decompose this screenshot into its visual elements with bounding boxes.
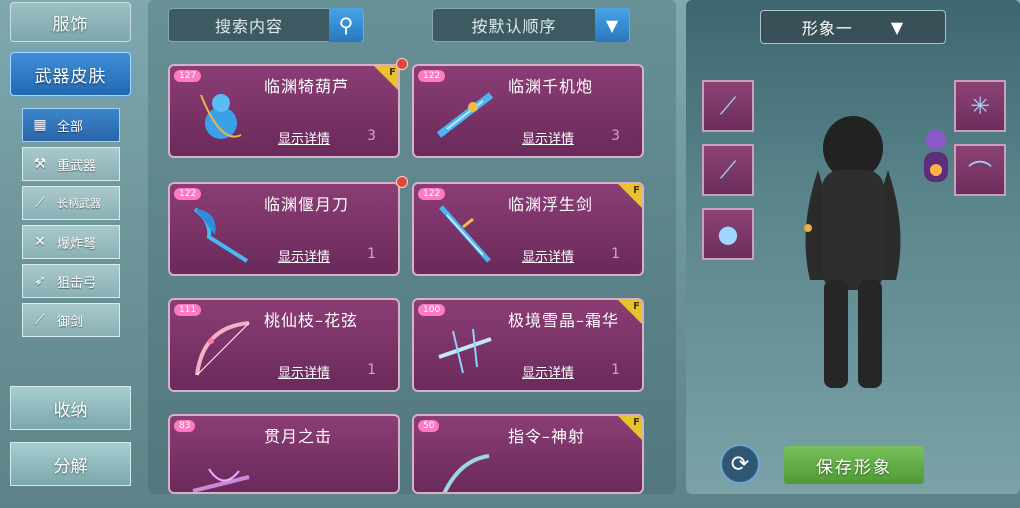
polearm-icon: ⟋ (35, 195, 45, 211)
item-card[interactable]: 83 贯月之击 (168, 414, 400, 494)
storage-button[interactable]: 收纳 (10, 386, 131, 430)
search-input[interactable]: 搜索内容 (169, 13, 329, 37)
gourd-icon: ● (717, 220, 739, 248)
item-count: 3 (611, 128, 620, 144)
subtab-all[interactable]: ▦ 全部 (22, 108, 120, 142)
item-name: 桃仙枝–花弦 (264, 311, 359, 330)
chevron-down-icon[interactable]: ▼ (595, 8, 629, 42)
tab-clothing[interactable]: 服饰 (10, 2, 131, 42)
subtab-sword[interactable]: ⟋ 御剑 (22, 303, 120, 337)
item-count: 1 (611, 362, 620, 378)
subtab-heavy-weapon[interactable]: ⚒ 重武器 (22, 147, 120, 181)
item-name: 临渊千机炮 (508, 77, 594, 96)
subtab-bow[interactable]: ➶ 狙击弓 (22, 264, 120, 298)
show-detail-link[interactable]: 显示详情 (522, 128, 574, 147)
character-preview[interactable]: 形象一 ▼ ⟋ ⟋ ● ✳ ⌒ ⟳ 保存形象 (686, 0, 1020, 494)
equip-slot[interactable]: ⟋ (702, 144, 754, 196)
equip-slot[interactable]: ⌒ (954, 144, 1006, 196)
item-card[interactable]: 100 极境雪晶–霜华 显示详情 1 F (412, 298, 644, 392)
equip-slot[interactable]: ✳ (954, 80, 1006, 132)
look-label: 形象一 (801, 19, 853, 38)
flag-letter: F (633, 301, 640, 312)
subtab-label: 长柄武器 (57, 197, 101, 210)
item-list-panel: 搜索内容 ⚲ 按默认顺序 ▼ 127 临渊犄葫芦 显示详情 3 F 122 临渊… (148, 0, 676, 494)
sword-icon: ⟋ (35, 312, 45, 328)
sort-label: 按默认顺序 (471, 17, 557, 36)
level-badge: 83 (174, 420, 196, 432)
level-badge: 50 (418, 420, 440, 432)
glaive-weapon-icon (186, 198, 256, 268)
heavy-weapon-icon: ⚒ (33, 156, 47, 172)
new-item-dot (396, 58, 408, 70)
flag-letter: F (633, 417, 640, 428)
flag-letter: F (389, 67, 396, 78)
show-detail-link[interactable]: 显示详情 (278, 128, 330, 147)
subtab-label: 御剑 (57, 314, 84, 330)
crystal-crossbow-icon (430, 314, 500, 384)
tab-weapon-skins[interactable]: 武器皮肤 (10, 52, 131, 96)
item-name: 临渊犄葫芦 (264, 77, 350, 96)
search-box[interactable]: 搜索内容 ⚲ (168, 8, 364, 42)
show-detail-link[interactable]: 显示详情 (278, 362, 330, 381)
save-look-button[interactable]: 保存形象 (784, 446, 924, 484)
subtab-label: 爆炸弩 (57, 236, 97, 252)
item-count: 1 (367, 362, 376, 378)
bow-icon: ⌒ (968, 158, 992, 187)
subtab-label: 重武器 (57, 158, 97, 174)
subtab-label: 狙击弓 (57, 275, 97, 291)
item-name: 贯月之击 (264, 427, 333, 446)
show-detail-link[interactable]: 显示详情 (522, 246, 574, 265)
item-card[interactable]: 127 临渊犄葫芦 显示详情 3 F (168, 64, 400, 158)
item-name: 临渊偃月刀 (264, 195, 350, 214)
flag-letter: F (633, 185, 640, 196)
grid-icon: ▦ (33, 117, 47, 133)
bow-weapon-icon (430, 440, 500, 492)
item-count: 3 (367, 128, 376, 144)
bow-weapon-icon (186, 314, 256, 384)
bow-icon: ➶ (34, 273, 46, 289)
dismantle-button[interactable]: 分解 (10, 442, 131, 486)
sword-weapon-icon (430, 198, 500, 268)
pet-companion (914, 126, 958, 190)
character-model (788, 110, 918, 390)
sort-dropdown[interactable]: 按默认顺序 ▼ (432, 8, 630, 42)
look-dropdown[interactable]: 形象一 ▼ (760, 10, 946, 44)
item-card[interactable]: 122 临渊千机炮 显示详情 3 (412, 64, 644, 158)
item-card[interactable]: 50 指令–神射 F (412, 414, 644, 494)
chevron-down-icon: ▼ (890, 17, 905, 37)
left-nav: 服饰 武器皮肤 ▦ 全部 ⚒ 重武器 ⟋ 长柄武器 ✕ 爆炸弩 ➶ 狙击弓 ⟋ … (0, 0, 140, 508)
subtab-polearm[interactable]: ⟋ 长柄武器 (22, 186, 120, 220)
subtab-crossbow[interactable]: ✕ 爆炸弩 (22, 225, 120, 259)
item-name: 极境雪晶–霜华 (508, 311, 620, 330)
item-card[interactable]: 122 临渊浮生剑 显示详情 1 F (412, 182, 644, 276)
show-detail-link[interactable]: 显示详情 (278, 246, 330, 265)
crossbow-weapon-icon (186, 446, 256, 492)
item-name: 临渊浮生剑 (508, 195, 594, 214)
show-detail-link[interactable]: 显示详情 (522, 362, 574, 381)
equip-slot[interactable]: ● (702, 208, 754, 260)
cannon-weapon-icon (430, 80, 500, 150)
crossbow-icon: ✕ (34, 234, 46, 250)
item-card[interactable]: 111 桃仙枝–花弦 显示详情 1 (168, 298, 400, 392)
item-count: 1 (611, 246, 620, 262)
preview-panel: 形象一 ▼ ⟋ ⟋ ● ✳ ⌒ ⟳ 保存形象 (684, 0, 1020, 508)
crystal-icon: ✳ (969, 92, 991, 120)
spear-icon: ⟋ (719, 92, 737, 120)
item-count: 1 (367, 246, 376, 262)
new-item-dot (396, 176, 408, 188)
search-icon[interactable]: ⚲ (329, 8, 363, 42)
refresh-icon[interactable]: ⟳ (720, 444, 760, 484)
item-name: 指令–神射 (508, 427, 586, 446)
subtab-label: 全部 (57, 119, 84, 135)
scythe-icon: ⟋ (719, 156, 737, 184)
gourd-weapon-icon (186, 80, 256, 150)
item-card[interactable]: 122 临渊偃月刀 显示详情 1 (168, 182, 400, 276)
equip-slot[interactable]: ⟋ (702, 80, 754, 132)
